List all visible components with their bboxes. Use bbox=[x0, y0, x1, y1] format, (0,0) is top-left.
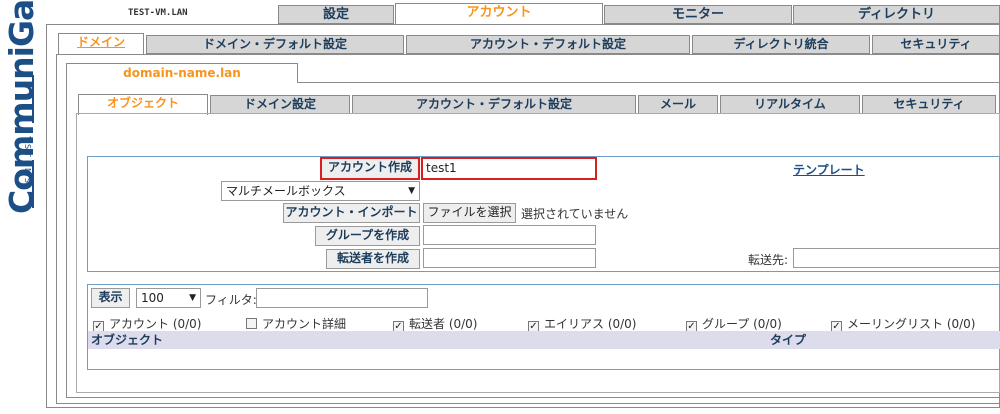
column-object: オブジェクト bbox=[91, 333, 164, 347]
tab-domain-settings[interactable]: ドメイン設定 bbox=[210, 95, 350, 114]
create-account-button[interactable]: アカウント作成 bbox=[320, 157, 420, 180]
checkbox-aliases[interactable]: ✓ エイリアス (0/0) bbox=[528, 315, 637, 332]
communigate-logo: CommuniGate SYSTEMS bbox=[0, 0, 46, 414]
column-type: タイプ bbox=[770, 333, 807, 347]
tab-object-security[interactable]: セキュリティ bbox=[862, 95, 996, 114]
checkbox-groups[interactable]: ✓ グループ (0/0) bbox=[686, 315, 782, 332]
tab-objects[interactable]: オブジェクト bbox=[78, 94, 208, 115]
create-group-button[interactable]: グループを作成 bbox=[315, 226, 420, 246]
filter-label: フィルタ: bbox=[205, 293, 257, 307]
account-name-input[interactable]: test1 bbox=[421, 157, 597, 180]
page-size-select[interactable]: 100 ▼ bbox=[136, 288, 201, 308]
checkbox-icon bbox=[246, 318, 257, 329]
chevron-down-icon: ▼ bbox=[408, 186, 415, 196]
no-file-selected-text: 選択されていません bbox=[521, 207, 629, 221]
tab-account-default-settings[interactable]: アカウント・デフォルト設定 bbox=[406, 35, 690, 54]
logo-sub: SYSTEMS bbox=[23, 128, 32, 186]
mailbox-type-select[interactable]: マルチメールボックス ▼ bbox=[221, 181, 420, 201]
domain-name-tab[interactable]: domain-name.lan bbox=[66, 63, 298, 83]
tab-directory[interactable]: ディレクトリ bbox=[793, 5, 1000, 24]
tab-realtime[interactable]: リアルタイム bbox=[720, 95, 860, 114]
checkbox-account-details[interactable]: アカウント詳細 bbox=[246, 315, 346, 332]
group-name-input[interactable] bbox=[423, 225, 596, 245]
show-button[interactable]: 表示 bbox=[91, 288, 130, 308]
choose-file-button[interactable]: ファイルを選択 bbox=[423, 203, 516, 223]
tab-domain[interactable]: ドメイン bbox=[58, 33, 144, 55]
create-forwarder-button[interactable]: 転送者を作成 bbox=[326, 249, 420, 269]
logo-brand: CommuniGate bbox=[2, 0, 41, 214]
tab-account-defaults[interactable]: アカウント・デフォルト設定 bbox=[352, 95, 636, 114]
tab-security[interactable]: セキュリティ bbox=[872, 35, 1000, 54]
object-table-header: オブジェクト タイプ bbox=[88, 331, 1000, 349]
tab-mail[interactable]: メール bbox=[638, 95, 718, 114]
forward-to-label: 転送先: bbox=[748, 253, 789, 267]
filter-input[interactable] bbox=[256, 288, 428, 308]
tab-monitor[interactable]: モニター bbox=[604, 5, 792, 24]
server-hostname: TEST-VM.LAN bbox=[128, 8, 188, 18]
forward-to-input[interactable] bbox=[793, 248, 1000, 268]
tab-account[interactable]: アカウント bbox=[395, 3, 603, 24]
chevron-down-icon: ▼ bbox=[189, 293, 196, 303]
checkbox-accounts[interactable]: ✓ アカウント (0/0) bbox=[93, 315, 202, 332]
tab-settings[interactable]: 設定 bbox=[278, 5, 394, 24]
forwarder-name-input[interactable] bbox=[423, 248, 596, 268]
checkbox-forwarders[interactable]: ✓ 転送者 (0/0) bbox=[393, 315, 478, 332]
tab-domain-default-settings[interactable]: ドメイン・デフォルト設定 bbox=[146, 35, 404, 54]
template-link[interactable]: テンプレート bbox=[793, 161, 865, 178]
checkbox-mailing-lists[interactable]: ✓ メーリングリスト (0/0) bbox=[831, 315, 976, 332]
tab-directory-integration[interactable]: ディレクトリ統合 bbox=[692, 35, 870, 54]
import-accounts-button[interactable]: アカウント・インポート bbox=[283, 203, 420, 223]
